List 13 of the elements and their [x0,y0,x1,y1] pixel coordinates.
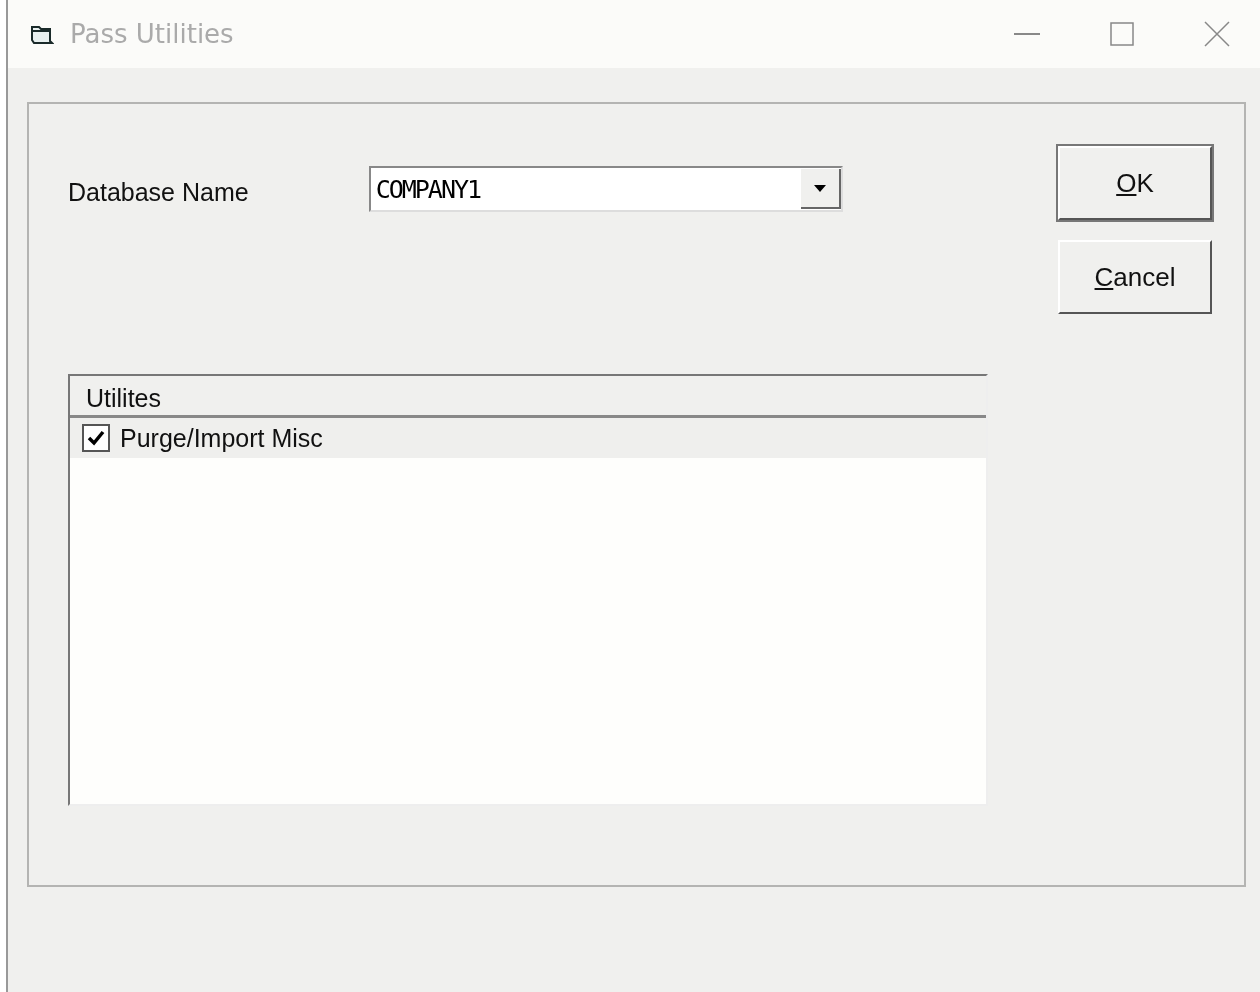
checkbox[interactable] [82,424,110,452]
maximize-icon[interactable] [1110,22,1134,46]
database-name-label: Database Name [68,177,249,207]
window-title: Pass Utilities [70,19,234,49]
folder-icon [30,23,54,45]
close-icon[interactable] [1204,21,1230,47]
ok-button[interactable]: OK [1058,146,1212,220]
cancel-button[interactable]: Cancel [1058,240,1212,314]
utility-item[interactable]: Purge/Import Misc [120,423,323,453]
dropdown-arrow-icon [813,184,826,192]
minimize-icon[interactable] [1014,32,1040,36]
database-dropdown[interactable]: COMPANY1 [368,166,843,212]
column-header[interactable]: Utilites [70,376,986,418]
